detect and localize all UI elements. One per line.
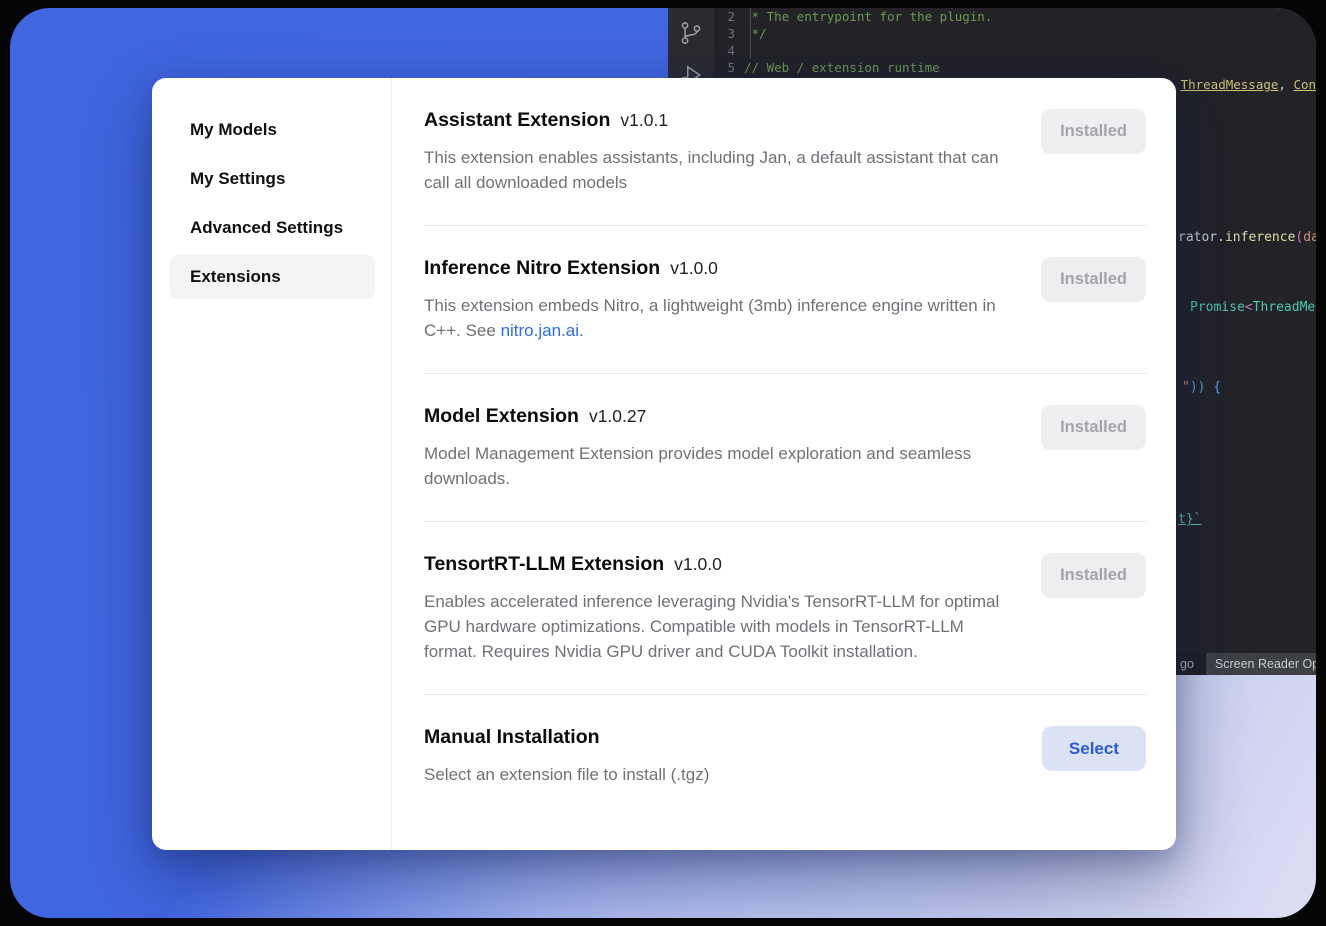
extension-version: v1.0.0 xyxy=(674,554,722,574)
extension-name: Inference Nitro Extension xyxy=(424,257,660,279)
source-control-icon[interactable] xyxy=(678,20,704,46)
code-fragment: t}` xyxy=(1178,512,1201,527)
extension-name: TensortRT-LLM Extension xyxy=(424,553,664,575)
extension-item: Manual Installation Select an extension … xyxy=(424,695,1146,817)
extensions-list: Assistant Extension v1.0.1 This extension… xyxy=(392,78,1176,850)
installed-button[interactable]: Installed xyxy=(1041,405,1146,450)
select-file-button[interactable]: Select xyxy=(1042,726,1146,771)
extension-description: Select an extension file to install (.tg… xyxy=(424,762,709,787)
nitro-jan-ai-link[interactable]: nitro.jan.ai. xyxy=(501,321,584,340)
installed-button[interactable]: Installed xyxy=(1041,109,1146,154)
extension-item: Model Extension v1.0.27 Model Management … xyxy=(424,374,1146,522)
extension-name: Assistant Extension xyxy=(424,109,610,131)
code-line: 5// Web / extension runtime xyxy=(714,60,1316,77)
status-screen-reader-item[interactable]: Screen Reader Optimized xyxy=(1206,653,1316,675)
sidebar-item-label: Extensions xyxy=(190,267,281,287)
sidebar-item-advanced-settings[interactable]: Advanced Settings xyxy=(170,206,375,250)
code-fragment: rator.inference(data)); xyxy=(1178,230,1316,245)
extension-item: Assistant Extension v1.0.1 This extension… xyxy=(424,78,1146,226)
extension-description: This extension embeds Nitro, a lightweig… xyxy=(424,293,1004,343)
desktop-background: 2 * The entrypoint for the plugin.3 */45… xyxy=(10,8,1316,918)
status-left-text[interactable]: go xyxy=(1180,657,1194,671)
sidebar-item-label: My Models xyxy=(190,120,277,140)
code-fragment: Promise<ThreadMessage> xyxy=(1190,300,1316,315)
extension-item: Inference Nitro Extension v1.0.0 This ext… xyxy=(424,226,1146,374)
settings-sidebar: My Models My Settings Advanced Settings … xyxy=(152,78,392,850)
code-line: 2 * The entrypoint for the plugin. xyxy=(714,9,1316,26)
extension-version: v1.0.1 xyxy=(620,110,668,130)
extension-name: Manual Installation xyxy=(424,726,600,748)
extension-version: v1.0.0 xyxy=(670,258,718,278)
sidebar-item-my-settings[interactable]: My Settings xyxy=(170,157,375,201)
extension-version: v1.0.27 xyxy=(589,406,646,426)
sidebar-item-extensions[interactable]: Extensions xyxy=(170,255,375,299)
sidebar-item-label: Advanced Settings xyxy=(190,218,343,238)
extension-description: This extension enables assistants, inclu… xyxy=(424,145,1004,195)
settings-modal: My Models My Settings Advanced Settings … xyxy=(152,78,1176,850)
code-fragment: ")) { xyxy=(1182,380,1221,395)
extension-item: TensortRT-LLM Extension v1.0.0 Enables ac… xyxy=(424,522,1146,695)
extension-name: Model Extension xyxy=(424,405,579,427)
installed-button[interactable]: Installed xyxy=(1041,257,1146,302)
sidebar-item-my-models[interactable]: My Models xyxy=(170,108,375,152)
installed-button[interactable]: Installed xyxy=(1041,553,1146,598)
extension-description: Model Management Extension provides mode… xyxy=(424,441,1004,491)
code-line: 3 */ xyxy=(714,26,1316,43)
code-line: 4 xyxy=(714,43,1316,60)
sidebar-item-label: My Settings xyxy=(190,169,285,189)
extension-description: Enables accelerated inference leveraging… xyxy=(424,589,1004,664)
